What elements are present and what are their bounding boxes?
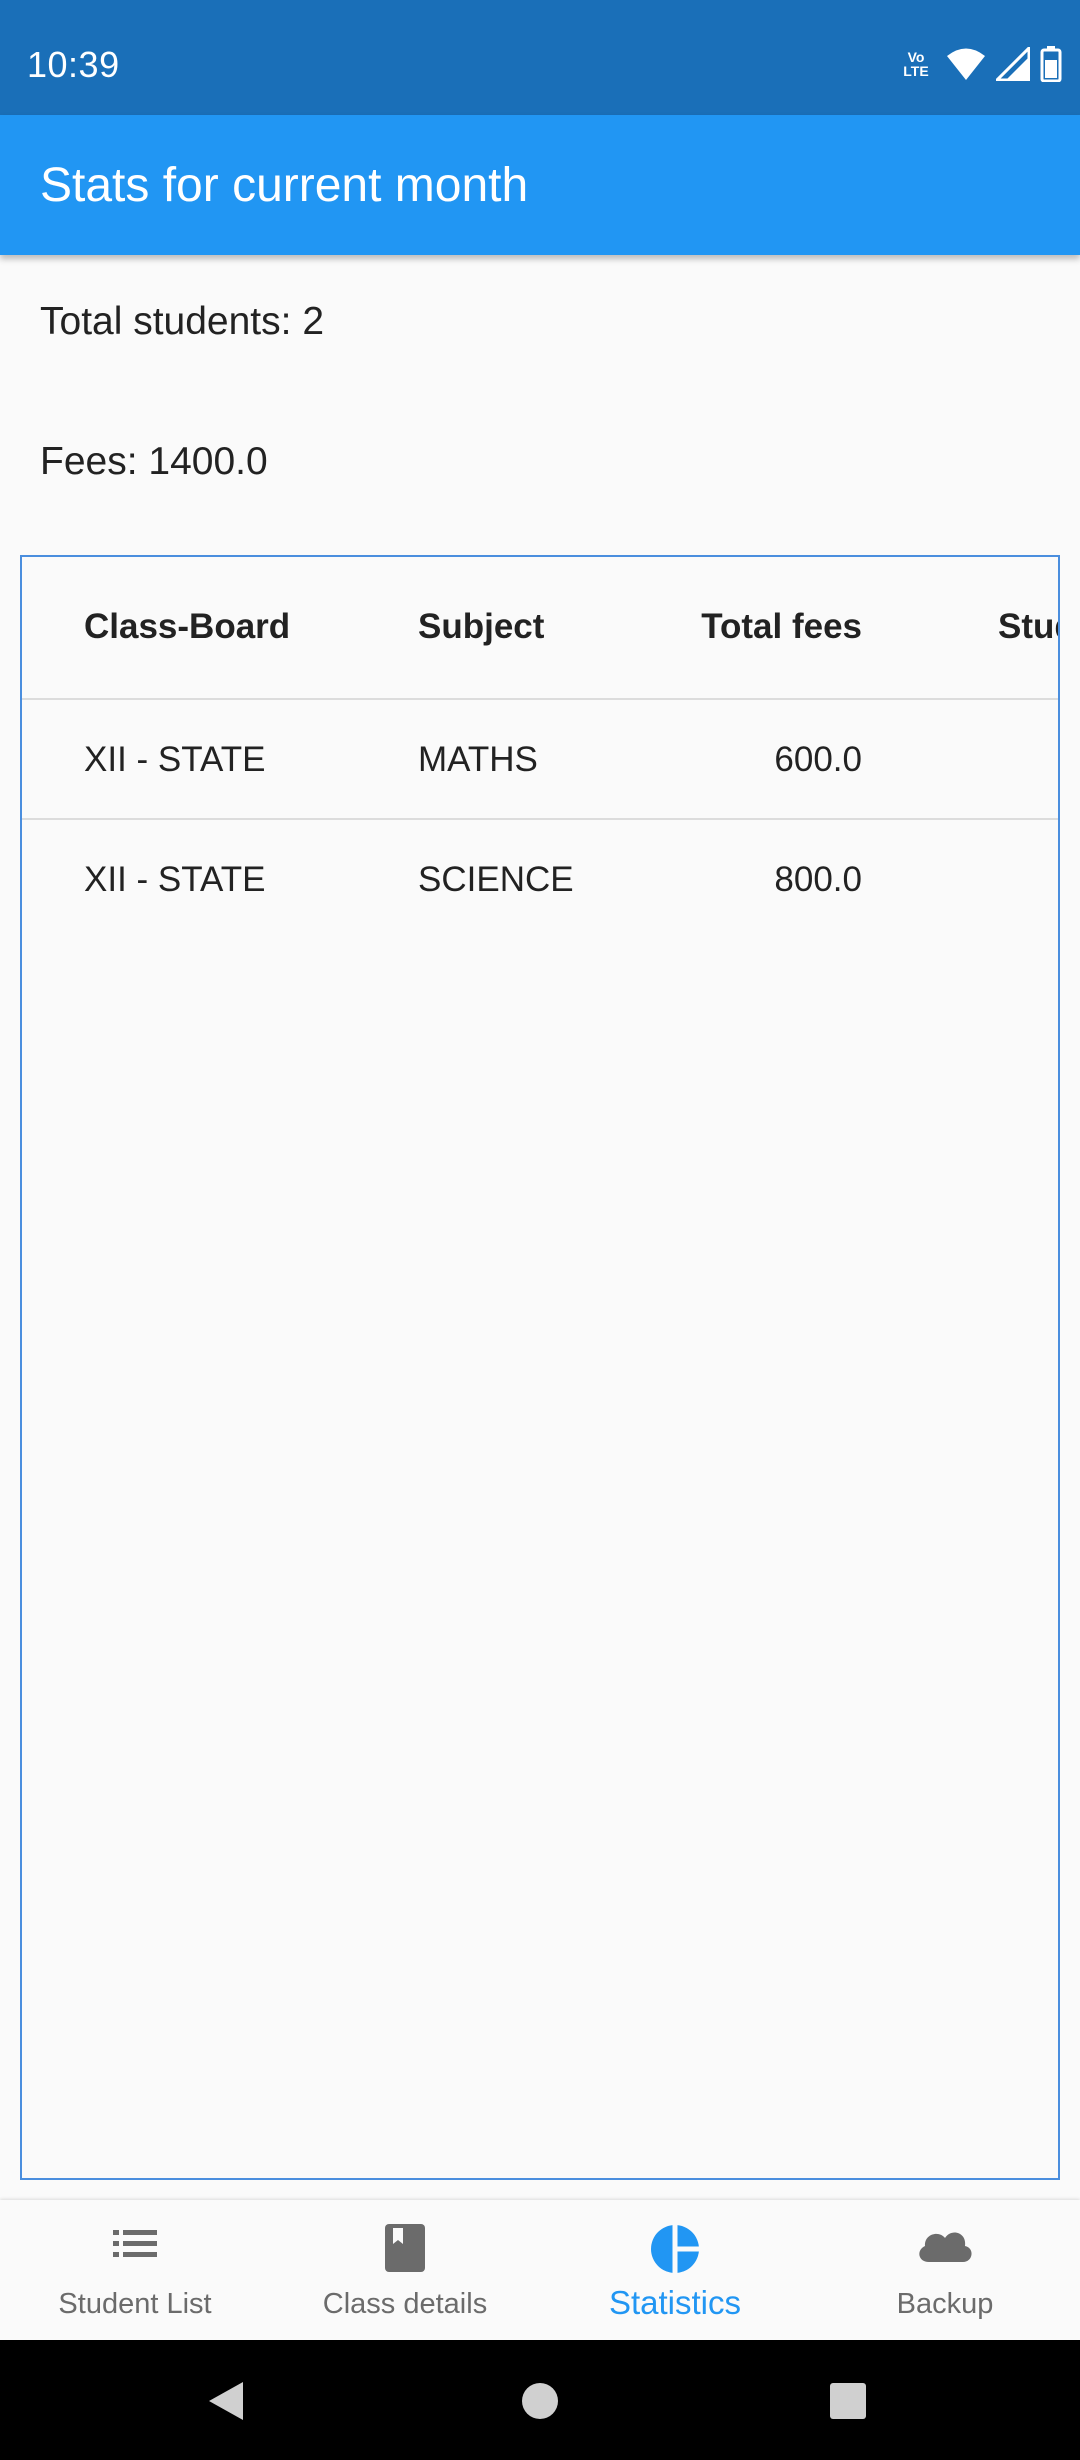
column-header-subject: Subject [418, 607, 545, 646]
fees-text: Fees: 1400.0 [40, 440, 268, 483]
nav-label-class-details: Class details [322, 2288, 488, 2320]
cell-class-board: XII - STATE [84, 740, 266, 779]
column-header-total-fees: Total fees [701, 607, 862, 646]
nav-label-student-list: Student List [58, 2288, 212, 2320]
cell-class-board: XII - STATE [84, 860, 266, 899]
list-icon [113, 2230, 157, 2257]
cell-total-fees: 800.0 [774, 860, 862, 899]
pie-chart-icon [651, 2224, 700, 2274]
signal-icon [996, 47, 1030, 81]
cell-total-fees: 600.0 [774, 740, 862, 779]
cell-subject: SCIENCE [418, 860, 574, 899]
nav-item-student-list[interactable]: Student List [0, 2200, 270, 2340]
column-header-students: Stud [998, 607, 1058, 646]
book-icon [385, 2224, 425, 2272]
wifi-icon [947, 48, 985, 80]
status-bar: 10:39 Vo LTE [0, 0, 1080, 115]
status-icons: Vo LTE [896, 44, 1062, 84]
stats-table[interactable]: Class-Board Subject Total fees Stud XII … [20, 555, 1060, 2180]
system-navigation-bar [0, 2340, 1080, 2460]
table-row: XII - STATE SCIENCE 800.0 [22, 820, 1058, 940]
nav-label-backup: Backup [896, 2288, 994, 2320]
cloud-icon [919, 2232, 972, 2262]
total-students-text: Total students: 2 [40, 300, 325, 343]
nav-label-statistics: Statistics [608, 2284, 742, 2321]
cell-subject: MATHS [418, 740, 538, 779]
home-icon[interactable] [521, 2380, 559, 2422]
bottom-navigation: Student List Class details Statistics Ba… [0, 2200, 1080, 2340]
recents-icon[interactable] [828, 2380, 868, 2422]
status-time: 10:39 [27, 44, 120, 85]
volte-icon: Vo LTE [903, 49, 929, 79]
page-title: Stats for current month [40, 159, 529, 212]
battery-icon [1040, 46, 1062, 82]
app-bar: Stats for current month [0, 115, 1080, 255]
table-header-row: Class-Board Subject Total fees Stud [22, 557, 1058, 700]
nav-item-class-details[interactable]: Class details [270, 2200, 540, 2340]
column-header-class-board: Class-Board [84, 607, 291, 646]
back-icon[interactable] [205, 2380, 247, 2422]
nav-item-backup[interactable]: Backup [810, 2200, 1080, 2340]
nav-item-statistics[interactable]: Statistics [540, 2200, 810, 2340]
table-row: XII - STATE MATHS 600.0 [22, 700, 1058, 820]
